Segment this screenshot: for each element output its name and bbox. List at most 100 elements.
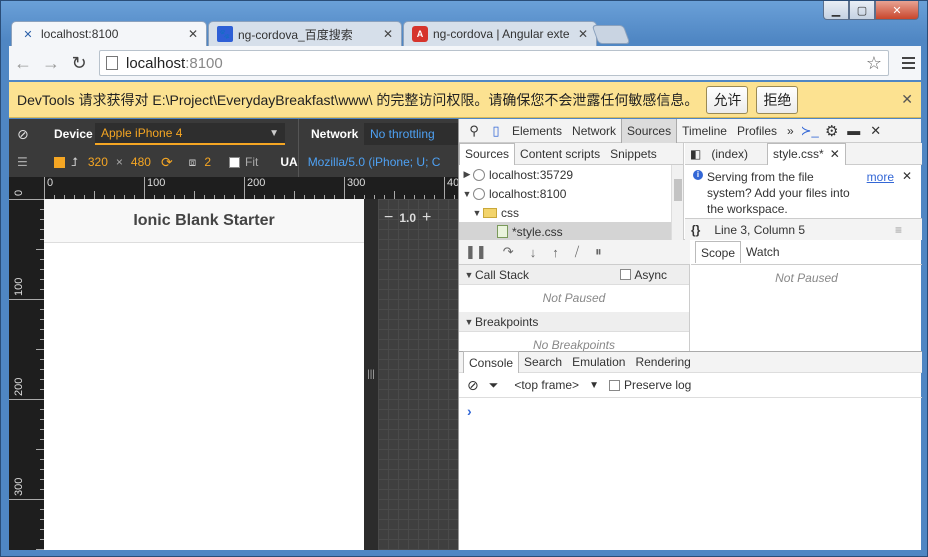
tree-item-folder[interactable]: ▼ css [459,203,683,222]
scale-field[interactable]: 2 [204,155,211,169]
globe-icon [473,168,485,181]
close-icon[interactable]: ✕ [902,168,912,184]
new-tab-button[interactable] [591,25,631,44]
tab-search[interactable]: Search [519,351,567,373]
more-link[interactable]: more [867,169,894,185]
rotate-icon[interactable]: ⟳ [161,154,173,171]
tab-timeline[interactable]: Timeline [677,119,732,143]
call-stack-header[interactable]: ▼ Call Stack Async [459,265,689,285]
close-icon[interactable]: ✕ [578,27,588,41]
close-icon[interactable]: ✕ [901,91,913,108]
tab-strip: ✕ localhost:8100 ✕ 🐾 ng-cordova_百度搜索 ✕ A… [9,21,919,46]
tab-snippets[interactable]: Snippets [605,143,662,165]
swap-dimensions-icon[interactable]: ⮥ [71,155,78,170]
star-icon[interactable]: ☆ [866,53,882,74]
ruler-tick [36,249,44,250]
close-icon[interactable]: ✕ [383,27,393,41]
dock-icon[interactable]: ▬ [843,119,865,143]
minimize-button[interactable]: ▁ [823,1,849,20]
scrollbar-thumb[interactable] [674,179,682,201]
more-tabs-button[interactable]: » [782,119,799,143]
filter-icon[interactable]: ⏷ [489,378,499,393]
tab-rendering[interactable]: Rendering [630,351,695,373]
async-toggle[interactable]: Async [620,268,667,282]
step-over-icon[interactable]: ↷ [503,244,514,260]
close-icon[interactable]: ✕ [865,119,887,143]
console-prompt[interactable]: › [467,403,472,419]
tab-ngcordova[interactable]: A ng-cordova | Angular exte ✕ [403,21,597,46]
frame-select[interactable]: <top frame> [514,378,579,392]
tab-network[interactable]: Network [567,119,621,143]
tab-sources[interactable]: Sources [621,118,678,143]
emulated-viewport[interactable]: Ionic Blank Starter [44,199,364,550]
network-select[interactable]: No throttling [364,123,458,145]
ua-field[interactable]: Mozilla/5.0 (iPhone; U; C [308,155,441,169]
reload-button[interactable]: ↻ [65,49,93,77]
pretty-print-icon[interactable]: {} [691,223,700,237]
tab-style-css[interactable]: style.css* ✕ [767,142,846,165]
tab-localhost[interactable]: ✕ localhost:8100 ✕ [11,21,207,46]
width-field[interactable]: 320 [88,155,108,169]
tab-index[interactable]: (index) [706,143,753,165]
tree-item-origin[interactable]: ▶ localhost:35729 [459,165,683,184]
file-icon [497,225,508,238]
console-drawer-icon[interactable]: ≻_ [799,119,821,143]
editor-status-bar: {} Line 3, Column 5 ≡ [685,218,922,240]
angular-icon: A [412,26,428,42]
fit-checkbox[interactable] [229,156,240,168]
close-icon[interactable]: ✕ [830,147,840,161]
toggle-navigator-icon[interactable]: ◧ [685,143,706,165]
maximize-button[interactable]: ▢ [849,1,875,20]
ruler-tick [36,449,44,450]
tab-title: localhost:8100 [41,27,119,41]
scrollbar[interactable] [671,165,683,240]
tab-baidu[interactable]: 🐾 ng-cordova_百度搜索 ✕ [208,21,402,46]
tab-watch[interactable]: Watch [741,241,785,263]
deny-button[interactable]: 拒绝 [756,85,799,114]
no-emulation-icon[interactable]: ⊘ [17,119,29,149]
step-out-icon[interactable]: ↑ [552,245,559,260]
device-mode-icon[interactable]: ▯ [485,119,507,143]
collapse-arrow-icon: ▼ [464,316,474,327]
clear-console-icon[interactable]: ⊘ [467,377,479,394]
media-query-icon[interactable]: ☰ [17,155,28,169]
tab-emulation[interactable]: Emulation [567,351,630,373]
tree-item-file[interactable]: *style.css [459,222,672,241]
device-select[interactable]: Apple iPhone 4 ▼ [95,123,285,145]
preserve-log-checkbox[interactable] [608,379,620,391]
gear-icon[interactable]: ⚙ [821,119,843,143]
zoom-in-icon[interactable]: + [422,209,431,227]
pause-icon[interactable]: ❚❚ [465,244,487,260]
allow-button[interactable]: 允许 [706,85,749,114]
height-field[interactable]: 480 [131,155,151,169]
breakpoints-header[interactable]: ▼ Breakpoints [459,312,689,332]
forward-button[interactable]: → [37,49,65,77]
step-into-icon[interactable]: ↓ [530,245,537,260]
zoom-out-icon[interactable]: − [384,209,393,227]
deactivate-breakpoints-icon[interactable]: ⧸ [575,244,579,260]
tab-content-scripts[interactable]: Content scripts [515,143,605,165]
resolution-checkbox[interactable] [53,156,65,168]
menu-lines-icon[interactable]: ≡ [895,223,902,237]
tab-sources-nav[interactable]: Sources [459,142,516,165]
dropdown-arrow-icon[interactable]: ▼ [589,380,599,391]
tab-elements[interactable]: Elements [507,119,567,143]
search-icon[interactable]: ⚲ [463,119,485,143]
collapse-arrow-icon: ▼ [464,269,474,280]
pause-on-exceptions-icon[interactable]: ⏸ [595,244,602,260]
navigator-tabs: Sources Content scripts Snippets [459,142,683,165]
tab-title: ng-cordova | Angular exte [433,27,570,41]
async-checkbox[interactable] [620,269,632,280]
resize-handle[interactable]: ||| [364,199,378,550]
close-window-button[interactable]: ✕ [875,1,919,20]
tab-scope[interactable]: Scope [695,241,742,263]
preserve-log-toggle[interactable]: Preserve log [608,378,691,392]
menu-icon[interactable] [897,57,919,69]
close-icon[interactable]: ✕ [188,27,198,41]
tree-item-origin[interactable]: ▼ localhost:8100 [459,184,683,203]
back-button[interactable]: ← [9,49,37,77]
tab-profiles[interactable]: Profiles [732,119,782,143]
address-bar[interactable]: localhost:8100 ☆ [99,50,889,76]
scope-pane: Scope Watch Not Paused [691,240,922,351]
tab-console[interactable]: Console [463,351,520,373]
